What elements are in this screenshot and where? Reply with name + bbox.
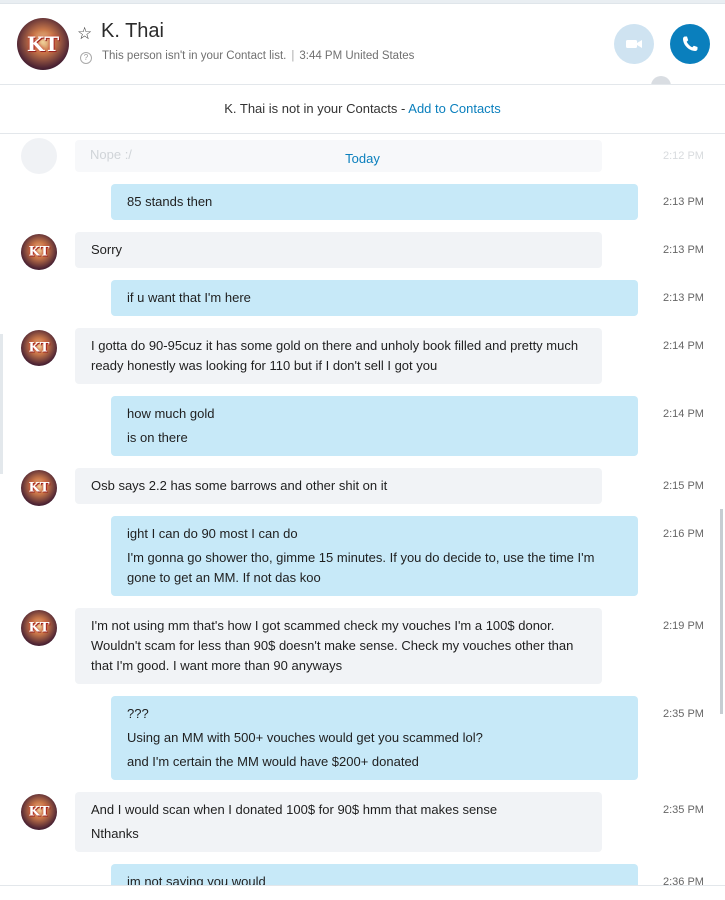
message-text: I gotta do 90-95cuz it has some gold on … (91, 338, 579, 373)
left-rail (0, 334, 3, 474)
scrollbar-thumb[interactable] (720, 509, 723, 714)
message-timestamp: 2:13 PM (663, 196, 704, 208)
message-text: I'm gonna go shower tho, gimme 15 minute… (127, 550, 595, 585)
avatar-initials: KT (28, 340, 50, 356)
avatar-initials: KT (28, 480, 50, 496)
sender-avatar[interactable]: KT (21, 234, 57, 270)
audio-call-button[interactable] (670, 24, 710, 64)
message-text: Nthanks (91, 826, 139, 841)
outgoing-message[interactable]: how much gold is on there (111, 396, 638, 456)
not-in-contacts-banner: K. Thai is not in your Contacts - Add to… (0, 84, 725, 134)
message-text: is on there (127, 430, 188, 445)
contact-subinfo: This person isn't in your Contact list. |… (102, 50, 414, 62)
message-timestamp: 2:36 PM (663, 876, 704, 885)
message-timestamp: 2:35 PM (663, 708, 704, 720)
sender-avatar[interactable]: KT (21, 794, 57, 830)
message-timestamp: 2:14 PM (663, 408, 704, 420)
contact-name[interactable]: K. Thai (101, 20, 164, 43)
message-list[interactable]: Nope :/ 2:12 PM Today 85 stands then 2:13… (0, 134, 725, 885)
avatar-initials: KT (28, 620, 50, 636)
message-text: and I'm certain the MM would have $200+ … (127, 754, 419, 769)
avatar-initials: KT (26, 32, 60, 56)
incoming-message[interactable]: I gotta do 90-95cuz it has some gold on … (75, 328, 602, 384)
video-call-button[interactable] (614, 24, 654, 64)
message-text: ??? (127, 706, 149, 721)
incoming-message[interactable]: Osb says 2.2 has some barrows and other … (75, 468, 602, 504)
message-timestamp: 2:19 PM (663, 620, 704, 632)
message-text: 85 stands then (127, 194, 213, 209)
message-text: Sorry (91, 242, 123, 257)
not-in-contacts-note: This person isn't in your Contact list. (102, 50, 287, 62)
message-text: ight I can do 90 most I can do (127, 526, 298, 541)
favorite-star-icon[interactable]: ☆ (77, 24, 92, 44)
video-camera-icon (626, 40, 642, 48)
incoming-message[interactable]: I'm not using mm that's how I got scamme… (75, 608, 602, 684)
outgoing-message[interactable]: if u want that I'm here (111, 280, 638, 316)
add-to-contacts-link[interactable]: Add to Contacts (408, 101, 501, 116)
message-text: im not saying you would (127, 874, 266, 885)
message-text: if u want that I'm here (127, 290, 251, 305)
outgoing-message[interactable]: ight I can do 90 most I can do I'm gonna … (111, 516, 638, 596)
message-text: And I would scan when I donated 100$ for… (91, 802, 498, 817)
banner-separator: - (401, 101, 406, 116)
message-timestamp: 2:14 PM (663, 340, 704, 352)
message-text: I'm not using mm that's how I got scamme… (91, 618, 574, 673)
avatar-initials: KT (28, 244, 50, 260)
divider: | (291, 50, 295, 62)
message-text: how much gold (127, 406, 215, 421)
outgoing-message[interactable]: ??? Using an MM with 500+ vouches would g… (111, 696, 638, 780)
banner-text: K. Thai is not in your Contacts (224, 101, 398, 116)
help-icon[interactable]: ? (80, 52, 92, 64)
phone-icon (683, 36, 698, 51)
message-timestamp: 2:13 PM (663, 244, 704, 256)
window-bottom-edge (0, 885, 725, 900)
outgoing-message[interactable]: im not saying you would (111, 864, 638, 885)
avatar-initials: KT (28, 804, 50, 820)
outgoing-message[interactable]: 85 stands then (111, 184, 638, 220)
sender-avatar[interactable]: KT (21, 330, 57, 366)
date-divider: Today (345, 151, 380, 166)
contact-avatar[interactable]: KT (17, 18, 69, 70)
incoming-message[interactable]: And I would scan when I donated 100$ for… (75, 792, 602, 852)
message-timestamp: 2:16 PM (663, 528, 704, 540)
message-timestamp: 2:13 PM (663, 292, 704, 304)
message-text: Osb says 2.2 has some barrows and other … (91, 478, 388, 493)
message-timestamp: 2:35 PM (663, 804, 704, 816)
sender-avatar[interactable]: KT (21, 470, 57, 506)
message-timestamp: 2:15 PM (663, 480, 704, 492)
conversation-header: KT ☆ K. Thai ? This person isn't in your… (0, 4, 725, 96)
incoming-message[interactable]: Sorry (75, 232, 602, 268)
sender-avatar[interactable]: KT (21, 610, 57, 646)
message-text: Using an MM with 500+ vouches would get … (127, 730, 483, 745)
local-time: 3:44 PM United States (299, 50, 415, 62)
